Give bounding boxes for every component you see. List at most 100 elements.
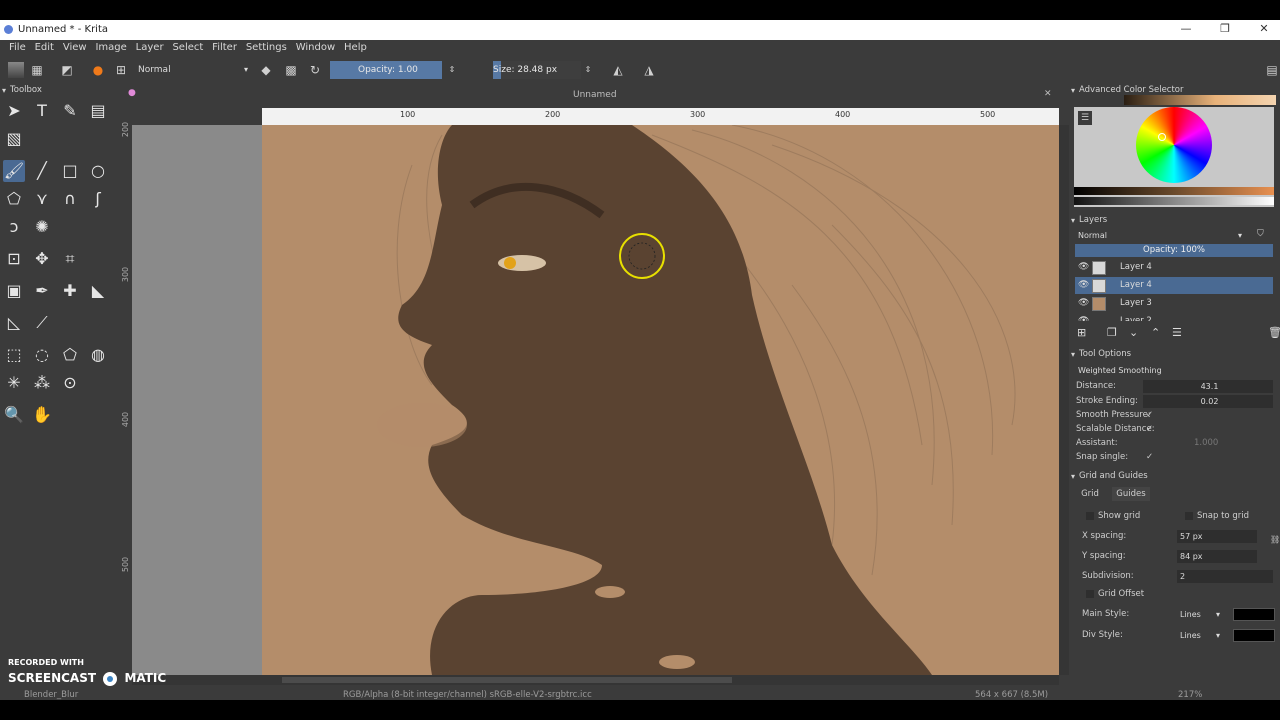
vertical-scrollbar[interactable] <box>1059 125 1069 675</box>
contiguous-select-tool-icon[interactable]: ✳ <box>3 372 25 394</box>
opacity-slider[interactable]: Opacity: 1.00 <box>330 61 442 79</box>
edit-shapes-tool-icon[interactable]: ✎ <box>59 100 81 122</box>
div-style-select[interactable]: Lines ▾ <box>1177 629 1223 642</box>
line-tool-icon[interactable]: ╱ <box>31 160 53 182</box>
reload-preset-icon[interactable]: ↻ <box>307 62 323 78</box>
bezier-tool-icon[interactable]: ∩ <box>59 188 81 210</box>
layer-row[interactable]: 👁 Layer 4 <box>1075 259 1273 276</box>
menu-filter[interactable]: Filter <box>209 40 240 55</box>
horizontal-scrollbar[interactable] <box>132 675 1059 685</box>
fill-tool-icon[interactable]: ◣ <box>87 280 109 302</box>
snap-single-checkbox[interactable]: ✓ <box>1146 452 1153 462</box>
brush-preset-icon[interactable]: ● <box>90 62 106 78</box>
y-spacing-field[interactable]: 84 px <box>1177 550 1257 563</box>
value-strip[interactable] <box>1074 187 1274 195</box>
document-tab[interactable]: ● Unnamed ✕ <box>116 88 1061 104</box>
select-shapes-tool-icon[interactable]: ➤ <box>3 100 25 122</box>
crop-tool-icon[interactable]: ⌗ <box>59 248 81 270</box>
dynamic-brush-tool-icon[interactable]: ↄ <box>3 216 25 238</box>
drawing-canvas[interactable] <box>132 125 1059 675</box>
freehand-brush-tool-icon[interactable]: 🖌 <box>3 160 25 182</box>
delete-layer-icon[interactable]: 🗑 <box>1268 326 1280 339</box>
similar-select-tool-icon[interactable]: ⁂ <box>31 372 53 394</box>
ellipse-tool-icon[interactable]: ○ <box>87 160 109 182</box>
mirror-vertical-icon[interactable]: ◮ <box>641 62 657 78</box>
menu-select[interactable]: Select <box>169 40 206 55</box>
move-layer-down-icon[interactable]: ⌄ <box>1129 326 1138 339</box>
menu-file[interactable]: File <box>6 40 29 55</box>
menu-settings[interactable]: Settings <box>243 40 290 55</box>
color-wheel[interactable] <box>1136 107 1212 183</box>
duplicate-layer-icon[interactable]: ❐ <box>1107 326 1117 339</box>
bezier-select-tool-icon[interactable]: ⊙ <box>59 372 81 394</box>
gradient-tool-icon[interactable]: ▣ <box>3 280 25 302</box>
menu-edit[interactable]: Edit <box>32 40 57 55</box>
calligraphy-tool-icon[interactable]: ▤ <box>87 100 109 122</box>
pattern-tool-icon[interactable]: ▧ <box>3 128 25 150</box>
div-style-color-swatch[interactable] <box>1233 629 1275 642</box>
opacity-stepper-icon[interactable]: ⇕ <box>444 62 460 78</box>
close-button[interactable]: ✕ <box>1249 22 1279 38</box>
zoom-tool-icon[interactable]: 🔍 <box>3 404 25 426</box>
horizontal-scroll-thumb[interactable] <box>282 677 732 683</box>
layer-row[interactable]: 👁 Layer 3 <box>1075 295 1273 312</box>
size-slider[interactable]: Size: 28.48 px <box>493 61 581 79</box>
color-selector-menu-icon[interactable]: ☰ <box>1078 111 1092 125</box>
layer-row[interactable]: 👁 Layer 2 <box>1075 313 1273 321</box>
text-tool-icon[interactable]: T <box>31 100 53 122</box>
multibrush-tool-icon[interactable]: ✺ <box>31 216 53 238</box>
layer-row-selected[interactable]: 👁 Layer 4 <box>1075 277 1273 294</box>
layer-blend-mode-select[interactable]: Normal ▾ <box>1075 229 1245 242</box>
eye-icon[interactable]: 👁 <box>1078 313 1089 321</box>
stroke-ending-field[interactable]: 0.02 <box>1143 395 1273 408</box>
scalable-distance-checkbox[interactable]: ✓ <box>1146 424 1153 434</box>
layer-properties-icon[interactable]: ☰ <box>1172 326 1182 339</box>
filter-icon[interactable]: ⛉ <box>1257 229 1264 239</box>
distance-field[interactable]: 43.1 <box>1143 380 1273 393</box>
smoothing-mode-select[interactable]: Weighted Smoothing <box>1075 364 1275 377</box>
maximize-button[interactable]: ❐ <box>1210 22 1240 38</box>
main-style-select[interactable]: Lines ▾ <box>1177 608 1223 621</box>
add-layer-icon[interactable]: ⊞ <box>1077 326 1086 339</box>
minimize-button[interactable]: — <box>1171 22 1201 38</box>
x-spacing-field[interactable]: 57 px <box>1177 530 1257 543</box>
main-style-color-swatch[interactable] <box>1233 608 1275 621</box>
rect-select-tool-icon[interactable]: ⬚ <box>3 344 25 366</box>
layer-opacity-slider[interactable]: Opacity: 100% <box>1075 244 1273 257</box>
ellipse-select-tool-icon[interactable]: ◌ <box>31 344 53 366</box>
toolbar-menu-icon[interactable]: ▤ <box>1264 62 1280 78</box>
polyline-tool-icon[interactable]: ⋎ <box>31 188 53 210</box>
brush-editor-icon[interactable]: ⊞ <box>113 62 129 78</box>
polygon-tool-icon[interactable]: ⬠ <box>3 188 25 210</box>
pattern-icon[interactable]: ▦ <box>29 62 45 78</box>
pan-tool-icon[interactable]: ✋ <box>31 404 53 426</box>
blend-mode-select[interactable]: Normal ▾ <box>134 62 252 78</box>
eye-icon[interactable]: 👁 <box>1078 259 1089 276</box>
alpha-lock-icon[interactable]: ▩ <box>283 62 299 78</box>
snap-to-grid-checkbox[interactable] <box>1185 512 1193 520</box>
lightness-strip[interactable] <box>1074 197 1274 205</box>
grid-offset-checkbox[interactable] <box>1086 590 1094 598</box>
measure-tool-icon[interactable]: ⟋ <box>31 312 53 334</box>
show-grid-checkbox[interactable] <box>1086 512 1094 520</box>
subdivision-field[interactable]: 2 <box>1177 570 1273 583</box>
smooth-pressure-checkbox[interactable]: ✓ <box>1146 410 1153 420</box>
move-tool-icon[interactable]: ✥ <box>31 248 53 270</box>
assistant-tool-icon[interactable]: ◺ <box>3 312 25 334</box>
smart-patch-tool-icon[interactable]: ✚ <box>59 280 81 302</box>
freehand-path-tool-icon[interactable]: ʃ <box>87 188 109 210</box>
eye-icon[interactable]: 👁 <box>1078 295 1089 312</box>
chain-link-icon[interactable]: ⛓ <box>1270 535 1280 544</box>
color-history-strip[interactable] <box>1124 95 1276 105</box>
document-close-icon[interactable]: ✕ <box>1044 89 1052 99</box>
menu-window[interactable]: Window <box>293 40 338 55</box>
fg-bg-color-icon[interactable]: ◩ <box>59 62 75 78</box>
color-picker-tool-icon[interactable]: ✒ <box>31 280 53 302</box>
menu-layer[interactable]: Layer <box>133 40 167 55</box>
freehand-select-tool-icon[interactable]: ◍ <box>87 344 109 366</box>
rectangle-tool-icon[interactable]: □ <box>59 160 81 182</box>
gradient-icon[interactable] <box>8 62 24 78</box>
menu-image[interactable]: Image <box>92 40 129 55</box>
menu-view[interactable]: View <box>60 40 90 55</box>
menu-help[interactable]: Help <box>341 40 370 55</box>
